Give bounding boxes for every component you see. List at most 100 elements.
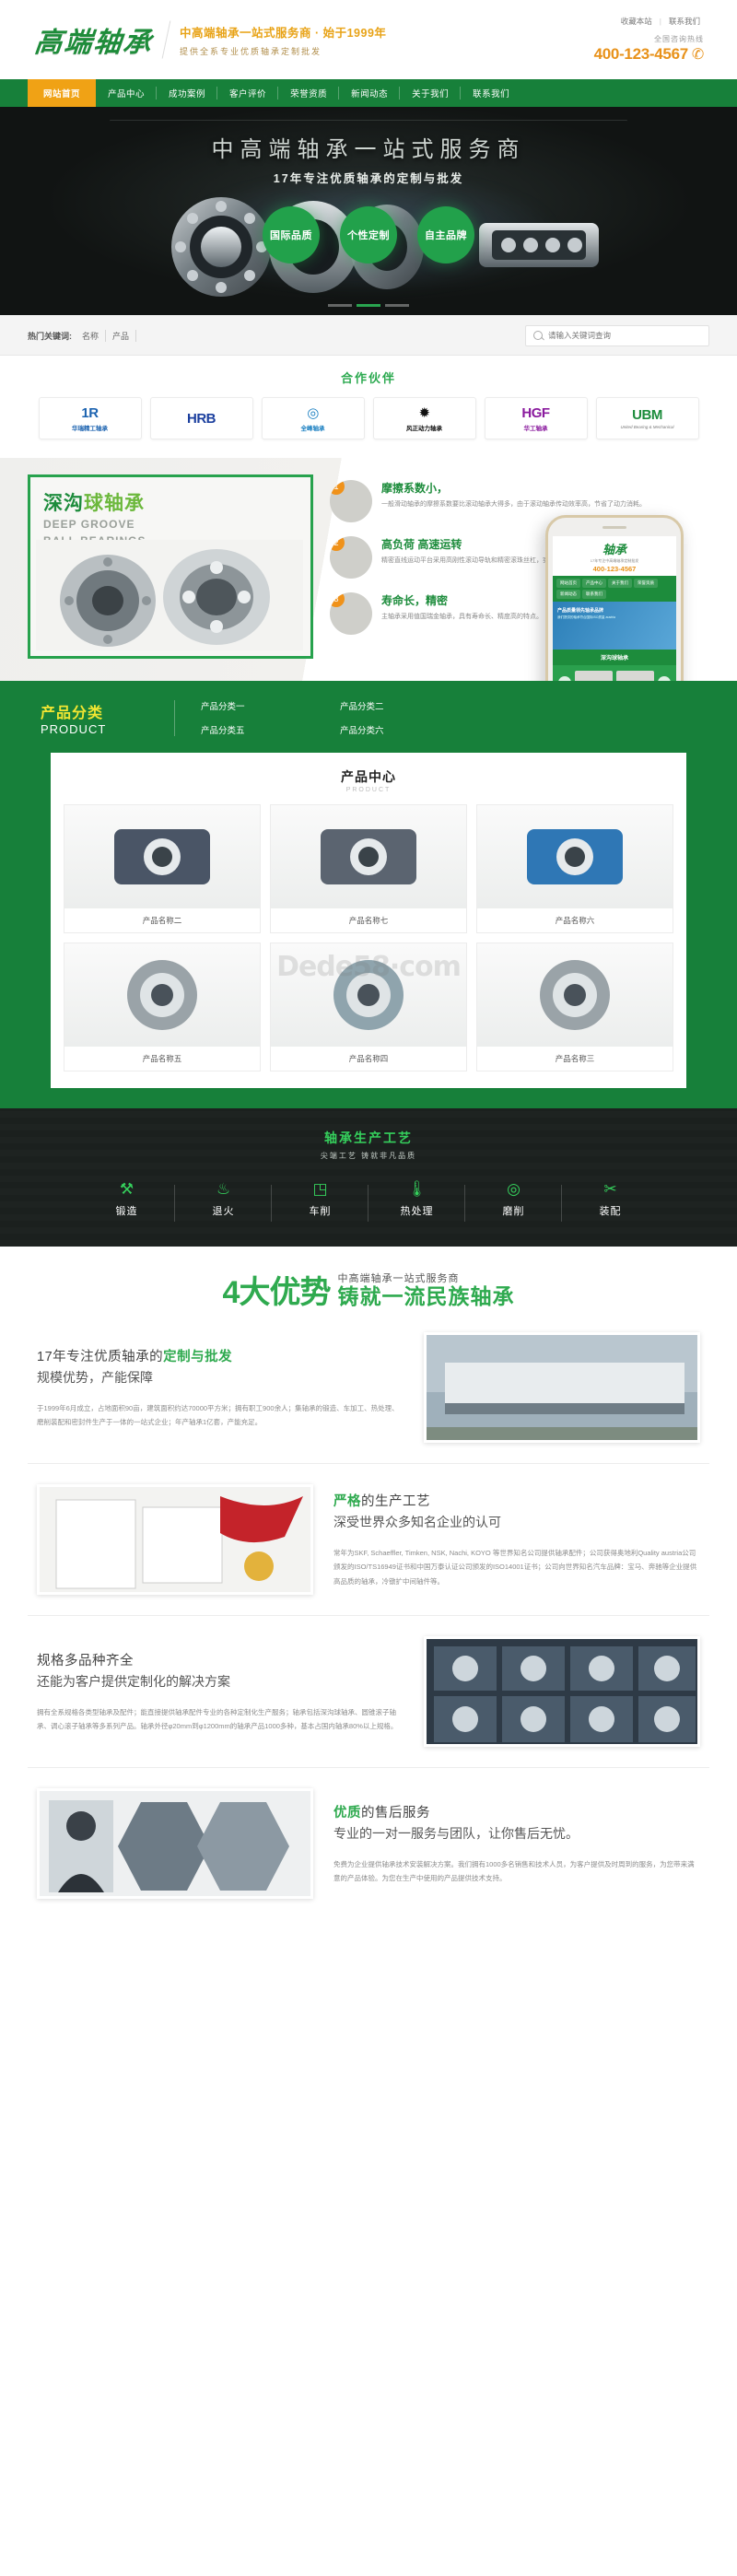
deep-groove-photo: [36, 540, 303, 650]
partner-card[interactable]: HGF 华工轴承: [484, 397, 588, 439]
hot-keyword[interactable]: 名称: [76, 329, 107, 342]
phone-nav-item[interactable]: 新闻动态: [556, 590, 580, 599]
deep-title-part1: 深沟: [43, 493, 84, 514]
phone-nav-item[interactable]: 荣誉资质: [634, 579, 658, 588]
hot-keywords-list: 名称 产品: [76, 329, 137, 342]
service-photo: [37, 1788, 313, 1900]
product-card[interactable]: 产品名称五: [64, 943, 261, 1071]
product-label: 产品名称二: [64, 908, 260, 932]
deep-title-part2: 球轴承: [84, 493, 145, 514]
banner-dot[interactable]: [328, 304, 352, 307]
product-center-title: 产品中心: [341, 769, 396, 784]
partner-name: 华工轴承: [523, 425, 548, 432]
craft-step: ✂ 装配: [562, 1181, 659, 1218]
hot-keyword[interactable]: 产品: [106, 329, 137, 342]
hotline-number: 400-123-4567 ✆: [594, 45, 705, 64]
phone-nav-item[interactable]: 关于我们: [608, 579, 632, 588]
craft-step-name: 退火: [212, 1206, 235, 1217]
partner-logo-mark: HRB: [187, 410, 216, 427]
search-input[interactable]: [548, 331, 701, 340]
turning-icon: ◳: [312, 1180, 328, 1198]
advantages-list: 17年专注优质轴承的定制与批发 规模优势，产能保障 于1999年6月成立，占地面积9…: [0, 1312, 737, 1919]
phone-mockup: 轴承 17年专注中高端轴承定制批发 400-123-4567 网站首页 产品中心关…: [545, 515, 684, 681]
craft-subtitle: 尖端工艺 铸就非凡品质: [320, 1152, 417, 1160]
banner-pagination[interactable]: [328, 304, 409, 307]
partner-card[interactable]: ◎ 全峰轴承: [261, 397, 365, 439]
banner-subtitle: 17年专注优质轴承的定制与批发: [273, 172, 464, 185]
certificate-photo: [37, 1484, 313, 1596]
carousel-thumb[interactable]: [575, 671, 613, 681]
advantages-head-main: 4大优势: [223, 1277, 332, 1308]
craft-step: ◎ 磨削: [465, 1181, 562, 1222]
craft-section: 轴承生产工艺 尖端工艺 铸就非凡品质 ⚒ 锻造 ♨ 退火 ◳ 车削 🌡 热处理 ◎ 磨削 ✂ 装配: [0, 1108, 737, 1247]
hero-banner: 中高端轴承一站式服务商 17年专注优质轴承的定制与批发 国际品质 个性定制 自主品牌: [0, 107, 737, 315]
nav-item-1[interactable]: 网站首页: [28, 79, 97, 107]
contact-link[interactable]: 联系我们: [665, 17, 704, 26]
partner-logo-mark: HGF: [521, 404, 550, 421]
product-card[interactable]: 产品名称六: [475, 804, 673, 933]
advantage-subtitle: 规模优势，产能保障: [37, 1369, 153, 1385]
nav-item-5[interactable]: 荣誉资质: [278, 79, 340, 107]
nav-item-2[interactable]: 产品中心: [96, 79, 158, 107]
logo[interactable]: 高端轴承 中高端轴承一站式服务商 · 始于1999年 提供全系专业优质轴承定制批…: [28, 19, 386, 60]
advantage-row: 17年专注优质轴承的定制与批发 规模优势，产能保障 于1999年6月成立，占地面积9…: [28, 1312, 709, 1463]
phone-speaker: [602, 525, 626, 529]
partner-card[interactable]: HRB: [149, 397, 253, 439]
advantage-subtitle: 专业的一对一服务与团队，让你售后无忧。: [333, 1825, 579, 1841]
advantage-title: 17年专注优质轴承的定制与批发: [37, 1349, 233, 1364]
product-card[interactable]: 产品名称三: [475, 943, 673, 1071]
phone-nav[interactable]: 网站首页 产品中心 关于我们 荣誉资质新闻动态 联系我们: [553, 576, 676, 602]
nav-item-7[interactable]: 关于我们: [400, 79, 462, 107]
product-label: 产品名称七: [270, 908, 466, 932]
product-category-cn: 产品分类: [41, 705, 104, 721]
phone-nav-item[interactable]: 产品中心: [582, 579, 606, 588]
partner-card[interactable]: UBM United Bearing & Mechanical: [595, 397, 699, 439]
product-category-link[interactable]: 产品分类一: [201, 694, 340, 718]
product-category-section: 产品分类 PRODUCT 产品分类一 产品分类二 产品分类五 产品分类六: [0, 681, 737, 753]
nav-item-6[interactable]: 新闻动态: [339, 79, 401, 107]
banner-dot-active[interactable]: [357, 304, 380, 307]
product-label: 产品名称五: [64, 1047, 260, 1071]
search-bar: 热门关键词: 名称 产品: [0, 315, 737, 356]
feature-title: 摩擦系数小，: [381, 482, 449, 495]
product-category-link[interactable]: 产品分类二: [340, 694, 479, 718]
advantage-row: 严格的生产工艺 深受世界众多知名企业的认可 常年为SKF, Schaeffler, …: [28, 1464, 709, 1615]
phone-nav-item[interactable]: 联系我们: [582, 590, 606, 599]
craft-step-name: 锻造: [115, 1206, 138, 1217]
product-card[interactable]: 产品名称二: [64, 804, 261, 933]
advantages-line1: 中高端轴承一站式服务商: [337, 1273, 460, 1284]
carousel-prev-icon[interactable]: ‹: [558, 676, 571, 681]
phone-hero: 产品质量领先轴承品牌 我们提供的轴承符合国际ISO质量 austria: [553, 602, 676, 650]
logo-divider: [161, 20, 171, 59]
bookmark-link[interactable]: 收藏本站: [617, 17, 656, 26]
banner-badge: 国际品质: [263, 206, 320, 263]
product-image: [270, 805, 466, 908]
product-card[interactable]: 产品名称七: [269, 804, 467, 933]
banner-badge: 个性定制: [340, 206, 397, 263]
nav-item-3[interactable]: 成功案例: [157, 79, 218, 107]
product-category-link[interactable]: 产品分类五: [201, 718, 340, 742]
partner-card[interactable]: 1R 华瑞精工轴承: [38, 397, 142, 439]
craft-step-name: 车削: [309, 1206, 332, 1217]
advantage-title: 优质的售后服务: [333, 1805, 430, 1821]
carousel-thumb[interactable]: [616, 671, 654, 681]
partners-title: 合作伙伴: [340, 371, 396, 385]
craft-step: ◳ 车削: [272, 1180, 368, 1222]
phone-nav-item[interactable]: 网站首页: [556, 579, 580, 588]
nav-item-4[interactable]: 客户评价: [217, 79, 279, 107]
product-category-link[interactable]: 产品分类六: [340, 718, 479, 742]
product-card[interactable]: 产品名称四: [269, 943, 467, 1071]
advantage-row: 规格多品种齐全 还能为客户提供定制化的解决方案 拥有全系规格各类型轴承及配件；能直接…: [28, 1616, 709, 1767]
banner-badge: 自主品牌: [417, 206, 474, 263]
partner-logo-mark: ◎: [307, 405, 319, 421]
link-separator: |: [659, 17, 661, 26]
nav-item-8[interactable]: 联系我们: [461, 79, 521, 107]
main-navigation: 网站首页 产品中心 成功案例 客户评价 荣誉资质 新闻动态 关于我们 联系我们: [0, 79, 737, 107]
advantages-header: 4大优势 中高端轴承一站式服务商 铸就一流民族轴承: [0, 1247, 737, 1312]
phone-carousel[interactable]: ‹ ›: [553, 665, 676, 681]
carousel-next-icon[interactable]: ›: [658, 676, 671, 681]
banner-dot[interactable]: [385, 304, 409, 307]
partner-logo-mark: UBM: [632, 407, 662, 423]
partner-card[interactable]: ✹ 风正动力轴承: [372, 397, 476, 439]
search-box[interactable]: [525, 324, 709, 346]
